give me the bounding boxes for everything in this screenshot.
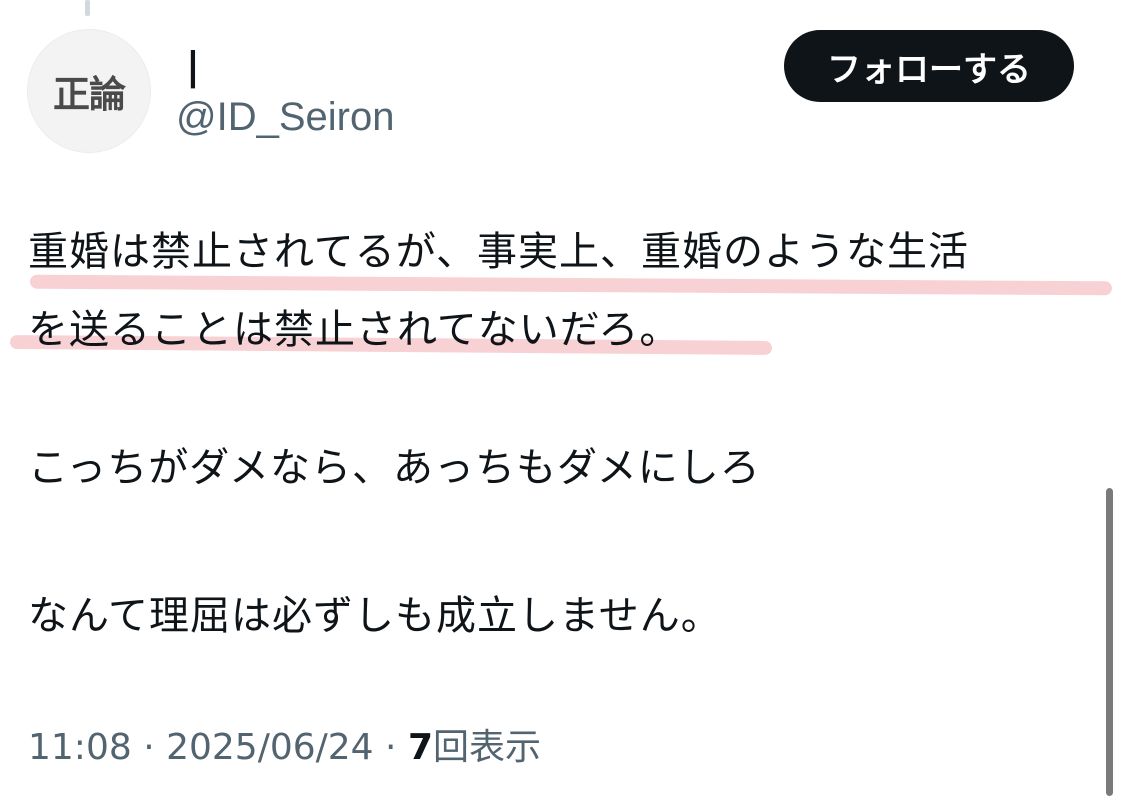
avatar[interactable]: 正論 — [27, 29, 151, 153]
tweet-text-line: なんて理屈は必ずしも成立しません。 — [28, 593, 722, 639]
highlight-underline — [29, 274, 1113, 296]
views-count: 7 — [407, 727, 433, 768]
thread-connector-line — [85, 0, 90, 16]
display-name[interactable]: | — [186, 44, 200, 88]
meta-separator: · — [373, 727, 408, 768]
scrollbar[interactable] — [1106, 488, 1113, 796]
avatar-text: 正論 — [53, 73, 126, 116]
tweet-text-line: こっちがダメなら、あっちもダメにしろ — [28, 445, 761, 491]
tweet-time[interactable]: 11:08 — [28, 727, 132, 768]
tweet-text-line: を送ることは禁止されてないだろ。 — [28, 307, 681, 353]
user-handle[interactable]: @ID_Seiron — [176, 94, 394, 140]
tweet-date[interactable]: 2025/06/24 — [166, 727, 374, 768]
meta-separator: · — [131, 727, 167, 768]
tweet-text-line: 重婚は禁止されてるが、事実上、重婚のような生活 — [28, 229, 969, 275]
follow-button[interactable]: フォローする — [784, 30, 1074, 102]
tweet-meta: 11:08 · 2025/06/24 · 7回表示 — [28, 726, 541, 770]
views-label: 回表示 — [433, 727, 542, 768]
